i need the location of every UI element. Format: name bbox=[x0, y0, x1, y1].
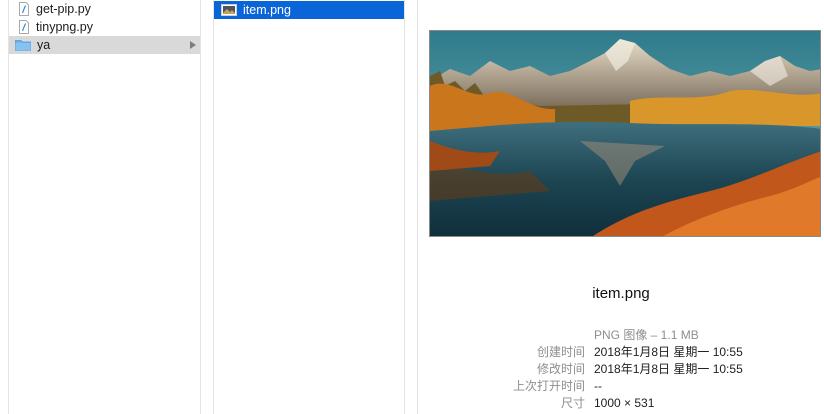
folder-icon bbox=[15, 40, 31, 51]
created-row: 创建时间 2018年1月8日 星期一 10:55 bbox=[418, 344, 824, 361]
column-stub bbox=[0, 0, 9, 414]
list-item-label: ya bbox=[37, 38, 51, 52]
list-item-folder-ya[interactable]: ya bbox=[9, 36, 200, 54]
list-item-tinypng[interactable]: tinypng.py bbox=[9, 18, 200, 36]
dimensions-label: 尺寸 bbox=[560, 396, 585, 410]
dimensions-value: 1000 × 531 bbox=[594, 396, 655, 410]
column-divider[interactable] bbox=[201, 0, 214, 414]
finder-column-2[interactable]: item.png bbox=[214, 0, 405, 414]
finder-column-1[interactable]: get-pip.py tinypng.py ya bbox=[9, 0, 201, 414]
python-file-icon bbox=[19, 20, 29, 34]
list-item-label: tinypng.py bbox=[36, 20, 93, 34]
modified-label: 修改时间 bbox=[536, 362, 585, 376]
file-kind: PNG 图像 – 1.1 MB bbox=[594, 328, 699, 342]
list-item-label: item.png bbox=[243, 3, 291, 17]
list-item-item-png[interactable]: item.png bbox=[214, 1, 404, 19]
modified-value: 2018年1月8日 星期一 10:55 bbox=[594, 362, 743, 376]
opened-row: 上次打开时间 -- bbox=[418, 378, 824, 395]
disclosure-arrow-icon[interactable] bbox=[190, 41, 196, 49]
column-divider[interactable] bbox=[405, 0, 418, 414]
kind-row: PNG 图像 – 1.1 MB bbox=[418, 327, 824, 344]
opened-value: -- bbox=[594, 379, 602, 393]
preview-pane: item.png PNG 图像 – 1.1 MB 创建时间 2018年1月8日 … bbox=[418, 0, 824, 414]
created-value: 2018年1月8日 星期一 10:55 bbox=[594, 345, 743, 359]
image-file-icon bbox=[221, 4, 237, 16]
list-item-label: get-pip.py bbox=[36, 2, 91, 16]
finder-window: get-pip.py tinypng.py ya item.png item.p… bbox=[0, 0, 824, 414]
opened-label: 上次打开时间 bbox=[512, 379, 585, 393]
created-label: 创建时间 bbox=[536, 345, 585, 359]
file-info: PNG 图像 – 1.1 MB 创建时间 2018年1月8日 星期一 10:55… bbox=[418, 327, 824, 412]
list-item-get-pip[interactable]: get-pip.py bbox=[9, 0, 200, 18]
dimensions-row: 尺寸 1000 × 531 bbox=[418, 395, 824, 412]
preview-filename: item.png bbox=[592, 285, 650, 302]
mountain-lake-autumn-image bbox=[430, 31, 820, 236]
image-thumbnail bbox=[429, 30, 821, 237]
python-file-icon bbox=[19, 2, 29, 16]
modified-row: 修改时间 2018年1月8日 星期一 10:55 bbox=[418, 361, 824, 378]
